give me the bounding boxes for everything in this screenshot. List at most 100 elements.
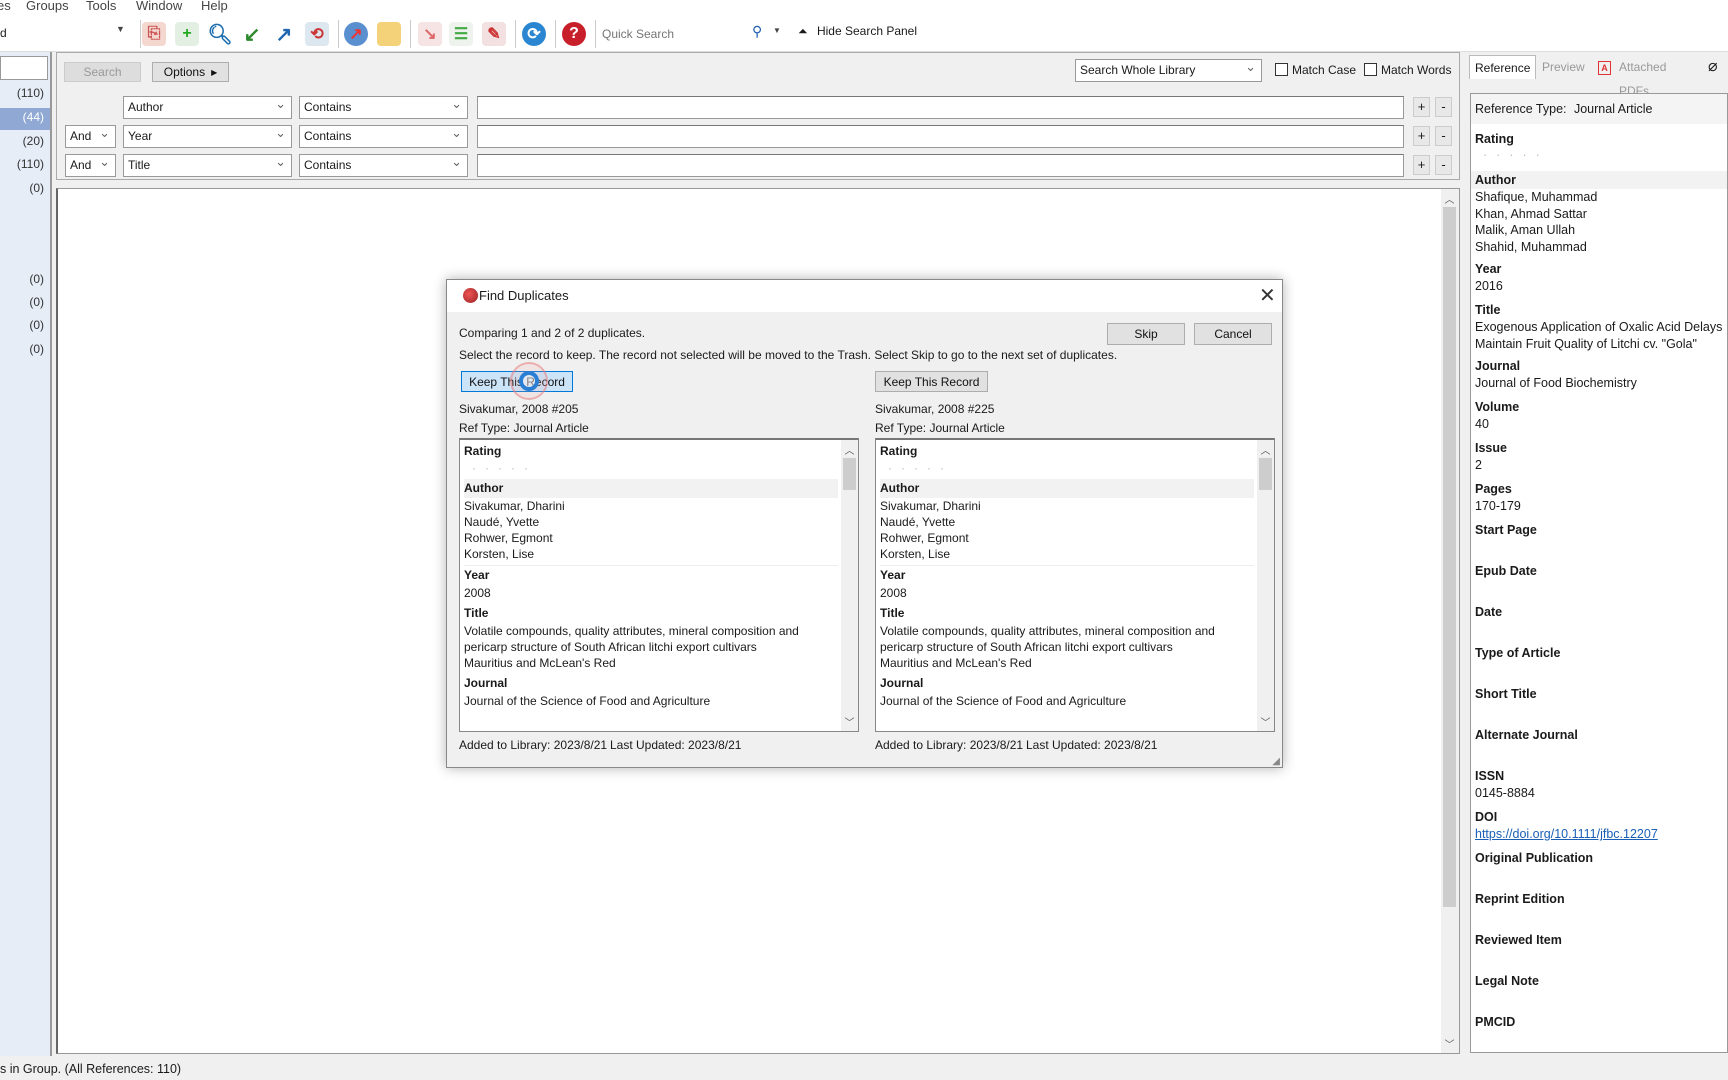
sidebar-search-box[interactable] — [0, 56, 48, 80]
search-scope-select[interactable]: Search Whole Library — [1075, 56, 1262, 82]
resize-grip-icon[interactable]: ◢ — [1272, 756, 1280, 767]
field-value[interactable] — [1475, 1031, 1723, 1052]
boolean-select[interactable]: And — [65, 151, 116, 177]
menu-groups[interactable]: Groups — [26, 0, 69, 13]
new-reference-icon[interactable]: + — [175, 22, 199, 46]
import-icon[interactable]: ↙ — [240, 22, 264, 46]
keep-record-right-button[interactable]: Keep This Record — [875, 371, 988, 392]
record-scrollbar[interactable]: ︿ ﹀ — [841, 440, 858, 731]
menu-window[interactable]: Window — [136, 0, 182, 13]
scroll-thumb[interactable] — [1443, 207, 1456, 907]
record-preview-right[interactable]: Rating ····· Author Sivakumar, Dharini Naudé… — [875, 438, 1275, 732]
search-button[interactable]: Search — [64, 62, 141, 82]
scroll-thumb[interactable] — [1259, 458, 1272, 490]
field-value[interactable]: 0145-8884 — [1475, 785, 1723, 808]
boolean-select[interactable]: And — [65, 122, 116, 148]
tab-attached-pdfs[interactable]: A Attached PDFs — [1593, 55, 1666, 98]
field-value[interactable] — [1475, 949, 1723, 972]
field-value[interactable]: 2016 — [1475, 278, 1723, 301]
quick-search-input[interactable] — [602, 24, 748, 44]
hide-search-panel-button[interactable]: ⏶ Hide Search Panel — [798, 24, 917, 44]
field-value[interactable] — [1475, 990, 1723, 1013]
field-value[interactable]: ····· — [1475, 148, 1723, 171]
group-count[interactable]: (0) — [29, 318, 44, 332]
match-case-checkbox[interactable]: Match Case — [1275, 63, 1356, 77]
paperclip-icon[interactable]: ⌀ — [1703, 55, 1723, 79]
menu-references[interactable]: es — [0, 0, 11, 13]
match-words-checkbox[interactable]: Match Words — [1364, 63, 1451, 77]
sync-icon[interactable]: ⟳ — [522, 22, 546, 46]
group-count[interactable]: (20) — [23, 134, 44, 148]
remove-row-button[interactable]: - — [1435, 155, 1452, 175]
tab-preview[interactable]: Preview — [1537, 55, 1590, 79]
menu-help[interactable]: Help — [201, 0, 228, 13]
field-select[interactable]: Title — [123, 151, 292, 177]
record-scrollbar[interactable]: ︿ ﹀ — [1257, 440, 1274, 731]
cancel-button[interactable]: Cancel — [1194, 323, 1272, 345]
copy-formatted-icon[interactable]: ⎘ — [142, 22, 166, 46]
scroll-up-icon[interactable]: ︿ — [1441, 191, 1458, 206]
find-fulltext-icon[interactable]: ⟲ — [305, 22, 329, 46]
open-folder-icon[interactable] — [377, 22, 401, 46]
reference-type-value[interactable]: Journal Article — [1574, 102, 1653, 116]
scroll-up-icon[interactable]: ︿ — [1257, 442, 1274, 457]
scroll-up-icon[interactable]: ︿ — [841, 442, 858, 457]
scroll-down-icon[interactable]: ﹀ — [841, 714, 858, 729]
field-select[interactable]: Year — [123, 122, 292, 148]
remove-row-button[interactable]: - — [1435, 97, 1452, 117]
insert-citation-icon[interactable]: ↘ — [418, 22, 442, 46]
field-value[interactable]: 170-179 — [1475, 498, 1723, 521]
library-dropdown[interactable]: d ▼ — [0, 24, 128, 44]
field-value[interactable] — [1475, 703, 1723, 726]
field-value[interactable] — [1475, 621, 1723, 644]
field-select[interactable]: Author — [123, 93, 292, 119]
doi-link[interactable]: https://doi.org/10.1111/jfbc.12207 — [1475, 826, 1723, 843]
search-value-input[interactable] — [477, 125, 1404, 148]
group-count-selected[interactable]: (44) — [23, 110, 44, 124]
scroll-thumb[interactable] — [843, 458, 856, 490]
field-value[interactable] — [1475, 744, 1723, 767]
field-value[interactable]: https://doi.org/10.1111/jfbc.12207 — [1475, 826, 1723, 849]
field-value[interactable]: Exogenous Application of Oxalic Acid Del… — [1475, 319, 1723, 357]
help-icon[interactable]: ? — [562, 22, 586, 46]
search-value-input[interactable] — [477, 96, 1404, 119]
field-value[interactable]: 40 — [1475, 416, 1723, 439]
list-scrollbar[interactable]: ︿ ﹀ — [1441, 189, 1459, 1053]
field-value[interactable]: Journal of Food Biochemistry — [1475, 375, 1723, 398]
close-icon[interactable]: ✕ — [1259, 283, 1276, 308]
menu-tools[interactable]: Tools — [86, 0, 116, 13]
export-icon[interactable]: ↗ — [272, 22, 296, 46]
options-button[interactable]: Options ▶ — [152, 62, 229, 82]
add-row-button[interactable]: + — [1413, 155, 1430, 175]
field-value[interactable] — [1475, 580, 1723, 603]
online-search-icon[interactable]: 🔍︎ — [207, 22, 232, 46]
online-library-icon[interactable]: ↗ — [344, 22, 368, 46]
skip-button[interactable]: Skip — [1107, 323, 1185, 345]
search-value-input[interactable] — [477, 154, 1404, 177]
format-bibliography-icon[interactable]: ☰ — [449, 22, 473, 46]
group-count[interactable]: (0) — [29, 181, 44, 195]
rating-stars[interactable]: ····· — [1475, 148, 1723, 166]
field-value[interactable] — [1475, 539, 1723, 562]
scroll-down-icon[interactable]: ﹀ — [1441, 1036, 1458, 1051]
search-icon[interactable]: ⚲ — [752, 23, 762, 40]
add-row-button[interactable]: + — [1413, 126, 1430, 146]
group-count[interactable]: (110) — [17, 157, 44, 171]
group-count[interactable]: (110) — [17, 86, 44, 100]
group-count[interactable]: (0) — [29, 342, 44, 356]
group-count[interactable]: (0) — [29, 295, 44, 309]
chevron-down-icon[interactable]: ▼ — [773, 26, 781, 35]
field-value[interactable] — [1475, 908, 1723, 931]
scroll-down-icon[interactable]: ﹀ — [1257, 714, 1274, 729]
tab-reference[interactable]: Reference — [1469, 55, 1537, 79]
group-count[interactable]: (0) — [29, 272, 44, 286]
field-value[interactable]: Shafique, Muhammad Khan, Ahmad Sattar Mali… — [1475, 189, 1723, 260]
field-value[interactable] — [1475, 662, 1723, 685]
field-value[interactable] — [1475, 867, 1723, 890]
field-value[interactable]: 2 — [1475, 457, 1723, 480]
operator-select[interactable]: Contains — [299, 122, 468, 148]
operator-select[interactable]: Contains — [299, 93, 468, 119]
record-preview-left[interactable]: Rating ····· Author Sivakumar, Dharini Naudé… — [459, 438, 859, 732]
operator-select[interactable]: Contains — [299, 151, 468, 177]
remove-row-button[interactable]: - — [1435, 126, 1452, 146]
